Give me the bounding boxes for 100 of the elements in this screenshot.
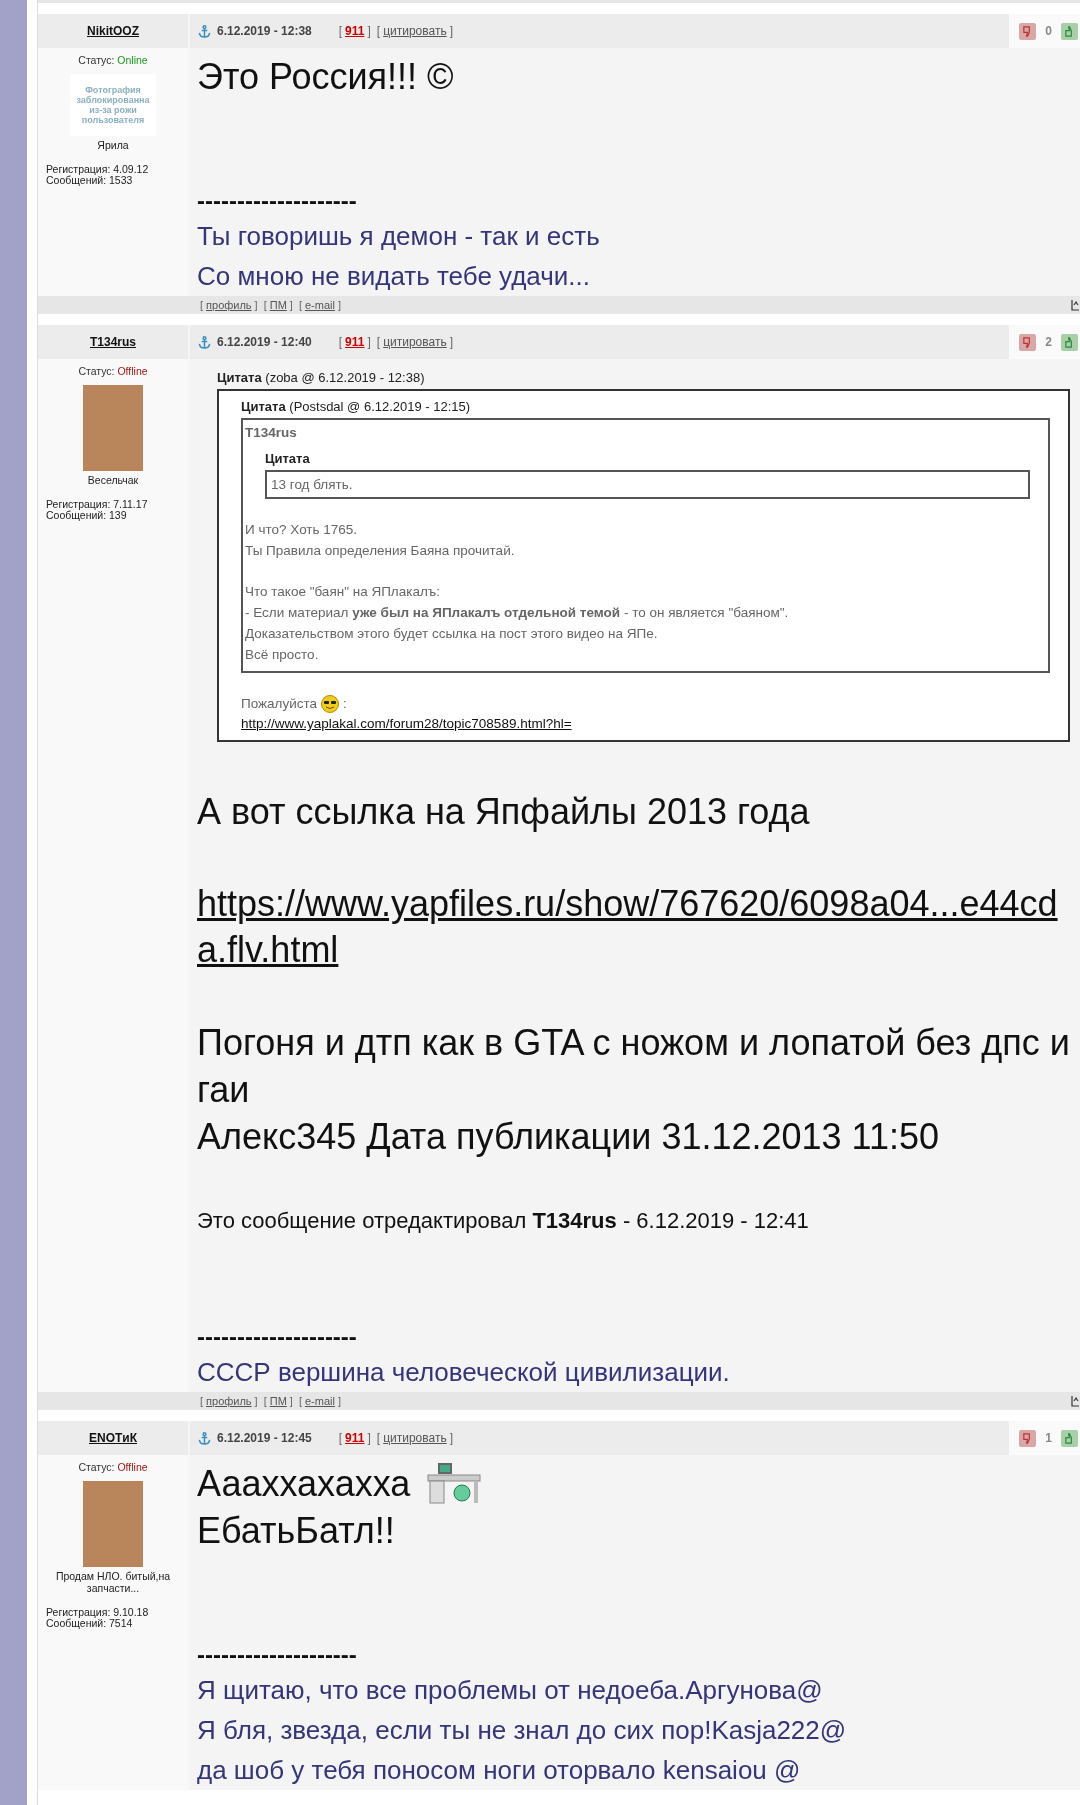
bracket: [ bbox=[338, 24, 343, 38]
post-text: Аааххахахха bbox=[197, 1462, 411, 1506]
quote-text: Что такое "баян" на ЯПлакалъ: bbox=[245, 583, 441, 601]
thumb-up-icon bbox=[1064, 336, 1075, 348]
user-rank: Ярила bbox=[96, 139, 130, 151]
quote-text: Пожалуйста : bbox=[241, 693, 1050, 714]
post-date: 6.12.2019 - 12:38 bbox=[217, 24, 312, 38]
bracket: ] bbox=[449, 24, 453, 38]
registration-date: Регистрация: 4.09.12 bbox=[46, 164, 150, 175]
bracket: ] bbox=[449, 1431, 453, 1445]
thumb-down-button[interactable] bbox=[1019, 333, 1037, 351]
registration-date: Регистрация: 9.10.18 bbox=[46, 1607, 150, 1618]
post-text: Погоня и дтп как в GTA с ножом и лопатой без дпс и гаи bbox=[197, 1021, 1070, 1112]
complaint-link[interactable]: 911 bbox=[345, 335, 365, 349]
rating-count: 1 bbox=[1045, 1431, 1052, 1445]
message-count: Сообщений: 7514 bbox=[46, 1618, 134, 1629]
signature-line: да шоб у тебя поносом ноги оторвало kensaiou @ bbox=[197, 1754, 802, 1787]
scroll-top-icon[interactable] bbox=[1071, 1395, 1080, 1407]
anchor-icon[interactable] bbox=[198, 24, 211, 38]
quote-header: Цитата (Postsdal @ 6.12.2019 - 12:15) bbox=[241, 399, 472, 415]
bracket: [ bbox=[298, 299, 302, 311]
thumb-up-button[interactable] bbox=[1061, 22, 1078, 40]
quote-header: Цитата (zoba @ 6.12.2019 - 12:38) bbox=[217, 370, 426, 386]
bracket: [ bbox=[200, 1395, 204, 1407]
user-status: Статус: Offline bbox=[78, 365, 148, 377]
post-text: А вот ссылка на Япфайлы 2013 года bbox=[197, 790, 810, 834]
signature-line: СССР вершина человеческой цивилизации. bbox=[197, 1356, 731, 1389]
bracket: [ bbox=[376, 335, 381, 349]
bracket: [ bbox=[376, 1431, 381, 1445]
post-date: 6.12.2019 - 12:40 bbox=[217, 335, 312, 349]
user-rank: Продам НЛО. битый,на запчасти... bbox=[54, 1570, 172, 1594]
quote-link[interactable]: цитировать bbox=[383, 1431, 447, 1445]
signature-divider: -------------------- bbox=[197, 1322, 358, 1352]
profile-link[interactable]: e-mail bbox=[304, 1395, 335, 1407]
quote-text: Всё просто. bbox=[245, 646, 320, 664]
thumb-down-button[interactable] bbox=[1019, 1429, 1037, 1447]
post-text: Это Россия!!! © bbox=[197, 55, 454, 99]
bracket: ] bbox=[337, 299, 341, 311]
user-rank: Весельчак bbox=[86, 474, 140, 486]
bracket: [ bbox=[263, 1395, 267, 1407]
bracket: [ bbox=[338, 335, 343, 349]
bracket: [ bbox=[200, 299, 204, 311]
quote-text: И что? Хоть 1765. bbox=[245, 521, 359, 539]
bracket: [ bbox=[376, 24, 381, 38]
bracket: ] bbox=[254, 1395, 258, 1407]
bracket: [ bbox=[338, 1431, 343, 1445]
bracket: ] bbox=[337, 1395, 341, 1407]
thumb-up-button[interactable] bbox=[1061, 333, 1078, 351]
anchor-icon[interactable] bbox=[198, 1431, 211, 1445]
anchor-icon[interactable] bbox=[198, 335, 211, 349]
signature-divider: -------------------- bbox=[197, 1640, 358, 1670]
quote-text: - Если материал уже был на ЯПлакалъ отдельной темой - то он является "баяном". bbox=[245, 604, 790, 622]
bracket: ] bbox=[449, 335, 453, 349]
video-link[interactable]: https://www.yapfiles.ru/show/767620/6098a04...e44cda.flv.html bbox=[197, 881, 1070, 973]
registration-date: Регистрация: 7.11.17 bbox=[46, 499, 149, 510]
thumb-up-icon bbox=[1064, 1432, 1075, 1444]
rating-count: 2 bbox=[1045, 335, 1052, 349]
author-link[interactable]: NikitOOZ bbox=[87, 24, 139, 38]
avatar-caption: Фотография заблокированна из-за рожи пользователя bbox=[75, 85, 151, 125]
quote-link[interactable]: цитировать bbox=[383, 335, 447, 349]
signature-line: Я бля, звезда, если ты не знал до сих пор!Kasja222@ bbox=[197, 1714, 848, 1747]
rating-count: 0 bbox=[1045, 24, 1052, 38]
author-link[interactable]: T134rus bbox=[90, 335, 136, 349]
sunglasses-smiley-icon bbox=[321, 695, 340, 714]
signature-line: Ты говоришь я демон - так и есть bbox=[197, 220, 601, 253]
signature-divider: -------------------- bbox=[197, 186, 358, 216]
author-link[interactable]: ENOTиК bbox=[88, 1431, 137, 1445]
profile-link[interactable]: e-mail bbox=[304, 299, 335, 311]
bracket: [ bbox=[298, 1395, 302, 1407]
thumb-up-button[interactable] bbox=[1061, 1429, 1078, 1447]
user-status: Статус: Online bbox=[78, 54, 148, 66]
user-status: Статус: Offline bbox=[78, 1461, 148, 1473]
quote-link[interactable]: http://www.yaplakal.com/forum28/topic708589.html?hl= bbox=[241, 714, 1050, 734]
bracket: ] bbox=[367, 24, 371, 38]
bracket: ] bbox=[289, 1395, 293, 1407]
quote-text: Ты Правила определения Баяна прочитай. bbox=[245, 542, 516, 560]
post-text: Алекс345 Дата публикации 31.12.2013 11:50 bbox=[197, 1115, 939, 1159]
bracket: ] bbox=[289, 299, 293, 311]
message-count: Сообщений: 1533 bbox=[46, 175, 134, 186]
bracket: ] bbox=[367, 335, 371, 349]
thumb-down-button[interactable] bbox=[1019, 22, 1037, 40]
bracket: [ bbox=[263, 299, 267, 311]
signature-line: Со мною не видать тебе удачи... bbox=[197, 260, 591, 293]
bracket: ] bbox=[367, 1431, 371, 1445]
quote-link[interactable]: цитировать bbox=[383, 24, 447, 38]
profile-link[interactable]: профиль bbox=[206, 299, 252, 311]
quote-text: T134rus bbox=[245, 424, 298, 442]
bracket: ] bbox=[254, 299, 258, 311]
profile-link[interactable]: ПМ bbox=[269, 1395, 287, 1407]
scroll-top-icon[interactable] bbox=[1071, 299, 1080, 311]
quote-text: 13 год блять. bbox=[271, 476, 354, 494]
complaint-link[interactable]: 911 bbox=[345, 24, 365, 38]
signature-line: Я щитаю, что все проблемы от недоеба.Аргунова@ bbox=[197, 1674, 824, 1707]
quote-header: Цитата bbox=[265, 451, 311, 467]
post-date: 6.12.2019 - 12:45 bbox=[217, 1431, 312, 1445]
profile-link[interactable]: ПМ bbox=[269, 299, 287, 311]
post-text: ЕбатьБатл!! bbox=[197, 1509, 395, 1553]
complaint-link[interactable]: 911 bbox=[345, 1431, 365, 1445]
quote-text: Доказательством этого будет ссылка на пост этого видео на ЯПе. bbox=[245, 625, 659, 643]
profile-link[interactable]: профиль bbox=[206, 1395, 252, 1407]
